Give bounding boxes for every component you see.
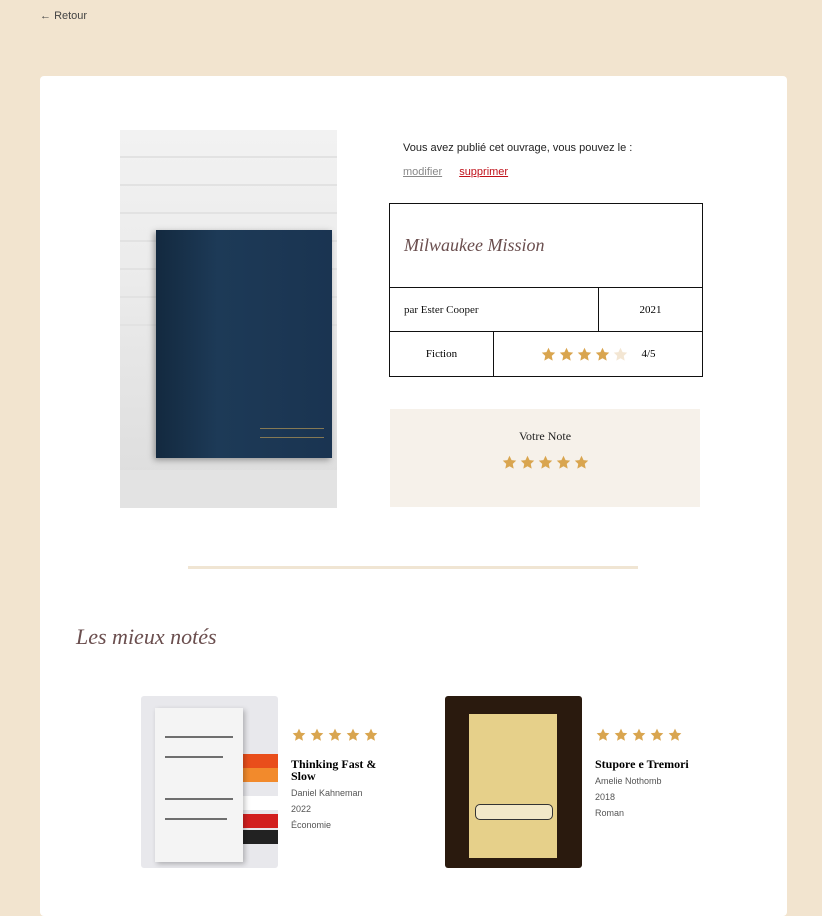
star-icon bbox=[631, 727, 647, 743]
star-icon bbox=[345, 727, 361, 743]
back-label: Retour bbox=[54, 10, 88, 22]
star-icon bbox=[363, 727, 379, 743]
star-icon bbox=[576, 346, 593, 363]
star-icon[interactable] bbox=[501, 454, 518, 471]
your-rating-label: Votre Note bbox=[518, 429, 572, 443]
star-icon bbox=[327, 727, 343, 743]
top-rated-book-genre: Roman bbox=[595, 808, 625, 818]
star-icon[interactable] bbox=[537, 454, 554, 471]
arrow-left-icon: ← bbox=[40, 10, 51, 22]
owner-actions: modifier supprimer bbox=[403, 166, 522, 178]
star-icon bbox=[667, 727, 683, 743]
book-rating-stars bbox=[540, 346, 629, 363]
top-rated-book-stars bbox=[595, 727, 683, 743]
top-rated-book-year: 2018 bbox=[595, 792, 616, 802]
star-icon bbox=[613, 727, 629, 743]
star-icon bbox=[558, 346, 575, 363]
top-rated-book-author: Amelie Nothomb bbox=[595, 776, 662, 786]
star-icon bbox=[649, 727, 665, 743]
star-icon[interactable] bbox=[573, 454, 590, 471]
book-year: 2021 bbox=[639, 303, 662, 316]
top-rated-book-cover[interactable] bbox=[141, 696, 278, 868]
star-icon bbox=[309, 727, 325, 743]
top-rated-book-title: Thinking Fast & Slow bbox=[291, 757, 377, 783]
star-icon bbox=[594, 346, 611, 363]
edit-link[interactable]: modifier bbox=[403, 166, 442, 178]
star-icon bbox=[540, 346, 557, 363]
book-info-table: Milwaukee Mission par Ester Cooper 2021 … bbox=[389, 203, 703, 377]
section-divider bbox=[188, 566, 638, 569]
book-genre: Fiction bbox=[390, 332, 494, 376]
top-rated-book[interactable]: Stupore e Tremori Amelie Nothomb 2018 Ro… bbox=[445, 696, 689, 868]
your-rating-panel: Votre Note bbox=[390, 409, 700, 507]
top-rated-book[interactable]: Thinking Fast & Slow Daniel Kahneman 202… bbox=[141, 696, 378, 868]
book-title: Milwaukee Mission bbox=[404, 235, 545, 255]
owner-notice: Vous avez publié cet ouvrage, vous pouve… bbox=[403, 142, 633, 154]
star-icon bbox=[595, 727, 611, 743]
back-link[interactable]: ← Retour bbox=[40, 10, 87, 22]
star-icon bbox=[291, 727, 307, 743]
top-rated-book-author: Daniel Kahneman bbox=[291, 788, 363, 798]
top-rated-book-title: Stupore e Tremori bbox=[595, 757, 689, 771]
star-icon[interactable] bbox=[519, 454, 536, 471]
delete-link[interactable]: supprimer bbox=[459, 166, 508, 178]
book-cover-image bbox=[120, 130, 337, 508]
your-rating-stars[interactable] bbox=[501, 454, 590, 471]
book-author: par Ester Cooper bbox=[390, 288, 599, 331]
top-rated-book-year: 2022 bbox=[291, 804, 312, 814]
star-icon[interactable] bbox=[555, 454, 572, 471]
top-rated-book-stars bbox=[291, 727, 379, 743]
top-rated-title: Les mieux notés bbox=[76, 624, 217, 649]
book-rating-text: 4/5 bbox=[641, 348, 656, 360]
book-detail-card: Vous avez publié cet ouvrage, vous pouve… bbox=[40, 76, 787, 916]
top-rated-book-genre: Économie bbox=[291, 820, 332, 830]
top-rated-book-cover[interactable] bbox=[445, 696, 582, 868]
star-icon bbox=[612, 346, 629, 363]
